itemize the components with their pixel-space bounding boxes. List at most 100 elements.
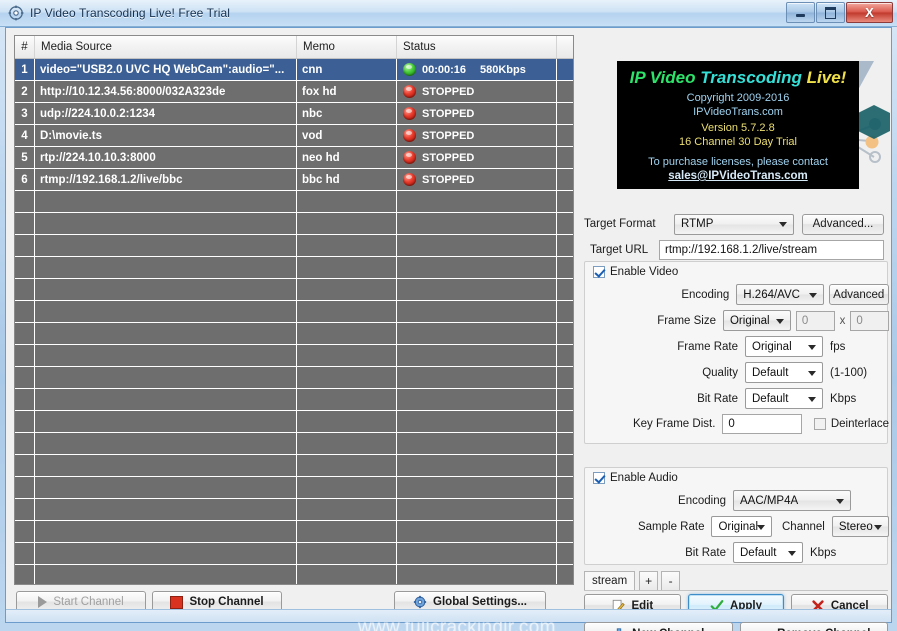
status-text: STOPPED [422, 173, 475, 186]
audio-encoding-select[interactable]: AAC/MP4A [733, 490, 851, 511]
enable-audio-checkbox[interactable]: Enable Audio [593, 472, 678, 484]
table-row-empty[interactable] [15, 477, 573, 499]
table-row-empty[interactable] [15, 433, 573, 455]
banner-title-part1: IP Video [629, 68, 701, 87]
video-frame-height-value: 0 [856, 314, 863, 327]
status-bar [6, 609, 891, 622]
table-row-empty[interactable] [15, 235, 573, 257]
cell-status: STOPPED [397, 103, 557, 124]
video-frame-size-select[interactable]: Original [722, 310, 791, 331]
enable-video-label: Enable Video [610, 266, 679, 278]
cell-index: 2 [15, 81, 35, 102]
table-row-empty[interactable] [15, 301, 573, 323]
tab-stream[interactable]: stream [584, 571, 636, 590]
global-settings-label: Global Settings... [433, 596, 527, 608]
target-format-row: Target Format RTMP Advanced... [584, 213, 888, 235]
plus-icon [616, 627, 622, 631]
channel-list-header: # Media Source Memo Status [15, 36, 573, 59]
target-advanced-button[interactable]: Advanced... [802, 213, 884, 235]
table-row-empty[interactable] [15, 367, 573, 389]
banner-copyright: Copyright 2009-2016 [686, 92, 790, 104]
audio-channel-label: Channel [782, 520, 825, 533]
audio-channel-select[interactable]: Stereo [831, 516, 889, 537]
audio-channel-value: Stereo [838, 520, 873, 533]
audio-encoding-value: AAC/MP4A [740, 494, 799, 507]
window-title: IP Video Transcoding Live! Free Trial [30, 6, 231, 20]
cell-status: STOPPED [397, 125, 557, 146]
video-bitrate-label: Bit Rate [697, 392, 738, 405]
remove-stream-button[interactable]: - [661, 571, 681, 590]
video-frame-rate-select[interactable]: Original [745, 336, 823, 357]
frame-size-separator: x [839, 314, 846, 327]
video-encoding-label: Encoding [681, 288, 730, 301]
table-row-empty[interactable] [15, 455, 573, 477]
table-row-empty[interactable] [15, 565, 573, 584]
table-row[interactable]: 4 D:\movie.ts vod STOPPED [15, 125, 573, 147]
video-frame-height-input[interactable]: 0 [850, 310, 889, 331]
table-row-empty[interactable] [15, 543, 573, 565]
target-url-value: rtmp://192.168.1.2/live/stream [665, 244, 818, 256]
maximize-button[interactable] [816, 2, 845, 23]
status-text: STOPPED [422, 151, 475, 164]
checkbox-checked-icon [593, 266, 605, 278]
table-row[interactable]: 2 http://10.12.34.56:8000/032A323de fox hd… [15, 81, 573, 103]
gear-icon [413, 595, 427, 609]
cell-index: 1 [15, 59, 35, 80]
minimize-button[interactable] [786, 2, 815, 23]
remove-channel-button[interactable]: Remove Channel [739, 622, 888, 631]
column-header-index[interactable]: # [15, 36, 35, 58]
video-bitrate-select[interactable]: Default [745, 388, 823, 409]
table-row-empty[interactable] [15, 191, 573, 213]
window-controls: X [786, 2, 893, 23]
audio-bitrate-label: Bit Rate [685, 546, 726, 559]
table-row-empty[interactable] [15, 411, 573, 433]
channel-list[interactable]: # Media Source Memo Status 1 video="USB2.… [14, 35, 574, 585]
table-row-empty[interactable] [15, 499, 573, 521]
chevron-down-icon [808, 292, 817, 298]
banner-license: 16 Channel 30 Day Trial [678, 136, 797, 148]
column-header-memo[interactable]: Memo [297, 36, 397, 58]
video-frame-width-input[interactable]: 0 [795, 310, 835, 331]
table-row-empty[interactable] [15, 257, 573, 279]
table-row[interactable]: 6 rtmp://192.168.1.2/live/bbc bbc hd STOPPE… [15, 169, 573, 191]
enable-video-checkbox[interactable]: Enable Video [593, 266, 678, 278]
target-format-select[interactable]: RTMP [674, 213, 794, 235]
table-row-empty[interactable] [15, 279, 573, 301]
deinterlace-checkbox[interactable] [813, 418, 826, 430]
banner-title-part2: Transcoding [700, 68, 807, 87]
table-row-empty[interactable] [15, 389, 573, 411]
table-row[interactable]: 5 rtp://224.10.10.3:8000 neo hd STOPPED [15, 147, 573, 169]
table-row[interactable]: 1 video="USB2.0 UVC HQ WebCam":audio="...… [15, 59, 573, 81]
video-frame-rate-value: Original [752, 340, 792, 353]
table-row-empty[interactable] [15, 213, 573, 235]
cell-status: STOPPED [397, 147, 557, 168]
video-keyframe-input[interactable]: 0 [722, 414, 802, 434]
video-quality-select[interactable]: Default [745, 362, 823, 383]
audio-bitrate-select[interactable]: Default [733, 542, 803, 563]
video-frame-rate-row: Frame Rate Original fps [585, 336, 889, 357]
target-url-input[interactable]: rtmp://192.168.1.2/live/stream [659, 240, 884, 260]
table-row[interactable]: 3 udp://224.10.0.2:1234 nbc STOPPED [15, 103, 573, 125]
audio-sample-rate-select[interactable]: Original [711, 516, 772, 537]
cell-memo: cnn [297, 59, 397, 80]
video-keyframe-row: Key Frame Dist. 0 Deinterlace [585, 414, 889, 434]
video-frame-size-value: Original [729, 314, 770, 327]
video-encoding-select[interactable]: H.264/AVC [736, 284, 824, 305]
app-gear-icon [8, 5, 24, 21]
start-channel-label: Start Channel [53, 596, 124, 608]
table-row-empty[interactable] [15, 345, 573, 367]
cell-memo: neo hd [297, 147, 397, 168]
table-row-empty[interactable] [15, 521, 573, 543]
video-encoding-advanced-button[interactable]: Advanced [828, 284, 889, 305]
banner-email-link[interactable]: sales@IPVideoTrans.com [618, 170, 858, 182]
new-channel-button[interactable]: New Channel [584, 622, 733, 631]
minus-icon [757, 627, 771, 631]
table-row-empty[interactable] [15, 323, 573, 345]
right-panel: IP Video Transcoding Live! Copyright 200… [579, 28, 893, 631]
column-header-status[interactable]: Status [397, 36, 557, 58]
column-header-media-source[interactable]: Media Source [35, 36, 297, 58]
add-stream-button[interactable]: + [639, 571, 659, 590]
close-button[interactable]: X [846, 2, 893, 23]
video-frame-size-row: Frame Size Original 0 x 0 [585, 310, 889, 331]
cell-spacer [557, 59, 573, 80]
